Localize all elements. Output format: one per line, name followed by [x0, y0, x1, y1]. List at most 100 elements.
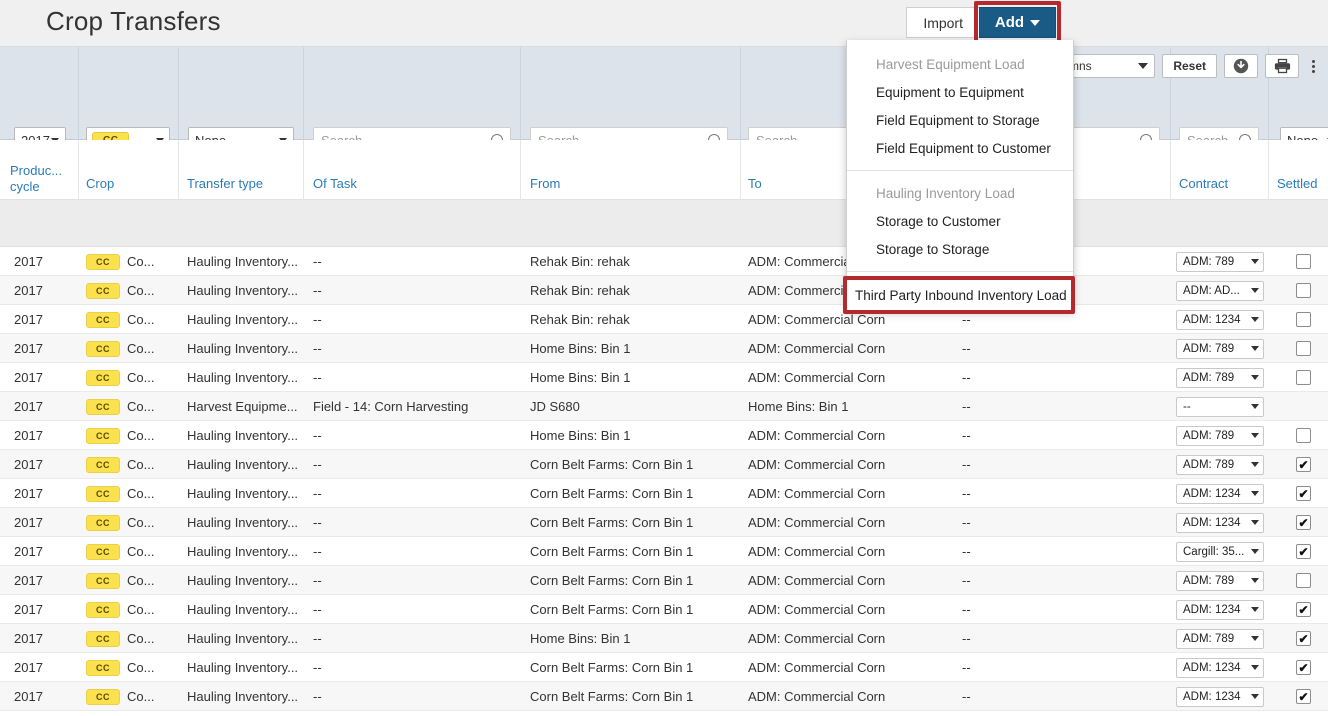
contract-select[interactable]: Cargill: 35...: [1176, 541, 1264, 562]
contract-select[interactable]: ADM: 1234: [1176, 657, 1264, 678]
contract-select[interactable]: ADM: 789: [1176, 570, 1264, 591]
table-row[interactable]: 2017 CC Co... Hauling Inventory... -- Corn Be…: [0, 595, 1328, 624]
table-row[interactable]: 2017 CC Co... Hauling Inventory... -- Corn Be…: [0, 566, 1328, 595]
settled-checkbox[interactable]: ✔: [1296, 341, 1311, 356]
contract-select[interactable]: ADM: 789: [1176, 425, 1264, 446]
table-row[interactable]: 2017 CC Co... Hauling Inventory... -- Rehak B…: [0, 276, 1328, 305]
settled-checkbox[interactable]: ✔: [1296, 602, 1311, 617]
table-row[interactable]: 2017 CC Co... Hauling Inventory... -- Corn Be…: [0, 653, 1328, 682]
column-divider: [303, 140, 304, 200]
column-header-from[interactable]: From: [530, 176, 560, 192]
table-row[interactable]: 2017 CC Co... Hauling Inventory... -- Corn Be…: [0, 537, 1328, 566]
menu-item-third-party-inbound-inventory-load[interactable]: Third Party Inbound Inventory Load: [847, 280, 1073, 310]
column-header-settled[interactable]: Settled: [1277, 176, 1317, 192]
contract-select[interactable]: ADM: 789: [1176, 628, 1264, 649]
cell-production-cycle: 2017: [14, 544, 43, 559]
menu-item-field-equipment-to-customer[interactable]: Field Equipment to Customer: [847, 134, 1073, 162]
settled-checkbox[interactable]: ✔: [1296, 689, 1311, 704]
table-row[interactable]: 2017 CC Co... Hauling Inventory... -- Corn Be…: [0, 479, 1328, 508]
crop-tag: CC: [86, 543, 120, 560]
cell-production-cycle: 2017: [14, 283, 43, 298]
cell-crop: CC Co...: [86, 479, 174, 508]
reset-button[interactable]: Reset: [1162, 54, 1217, 78]
column-header-production-cycle-line1: Produc...: [10, 163, 63, 178]
table-body[interactable]: 2017 CC Co... Hauling Inventory... -- Rehak B…: [0, 247, 1328, 716]
cell-destination: --: [962, 544, 971, 559]
table-row[interactable]: 2017 CC Co... Hauling Inventory... -- Rehak B…: [0, 247, 1328, 276]
cell-contract: ADM: 1234: [1176, 305, 1268, 334]
menu-item-storage-to-storage[interactable]: Storage to Storage: [847, 235, 1073, 263]
settled-checkbox[interactable]: ✔: [1296, 573, 1311, 588]
cell-contract: ADM: 1234: [1176, 682, 1268, 711]
table-row[interactable]: 2017 CC Co... Hauling Inventory... -- Home Bi…: [0, 421, 1328, 450]
table-row[interactable]: 2017 CC Co... Hauling Inventory... -- Corn Be…: [0, 682, 1328, 711]
contract-value: ADM: 789: [1183, 574, 1235, 587]
import-button[interactable]: Import: [906, 7, 979, 38]
check-icon: ✔: [1298, 515, 1309, 530]
settled-checkbox[interactable]: ✔: [1296, 370, 1311, 385]
cell-production-cycle: 2017: [14, 370, 43, 385]
contract-value: Cargill: 35...: [1183, 545, 1245, 558]
column-header-transfer-type[interactable]: Transfer type: [187, 176, 263, 192]
table-row[interactable]: 2017 CC Co... Hauling Inventory... -- Home Bi…: [0, 624, 1328, 653]
crop-name: Co...: [127, 544, 155, 559]
contract-select[interactable]: ADM: 1234: [1176, 309, 1264, 330]
column-header-crop[interactable]: Crop: [86, 176, 114, 192]
cell-production-cycle: 2017: [14, 689, 43, 704]
crop-tag: CC: [86, 369, 120, 386]
column-header-production-cycle[interactable]: Produc... cycle: [10, 163, 62, 195]
cell-destination: --: [962, 573, 971, 588]
cell-settled: ✔: [1296, 305, 1316, 334]
settled-checkbox[interactable]: ✔: [1296, 515, 1311, 530]
settled-checkbox[interactable]: ✔: [1296, 631, 1311, 646]
more-options-button[interactable]: [1306, 54, 1320, 78]
crop-name: Co...: [127, 515, 155, 530]
contract-select[interactable]: ADM: 1234: [1176, 599, 1264, 620]
crop-tag: CC: [86, 282, 120, 299]
table-row[interactable]: 2017 CC Co... Hauling Inventory... -- Corn Be…: [0, 508, 1328, 537]
cell-transfer-type: Hauling Inventory...: [187, 428, 299, 443]
settled-checkbox[interactable]: ✔: [1296, 457, 1311, 472]
contract-select[interactable]: ADM: 789: [1176, 338, 1264, 359]
column-header-contract[interactable]: Contract: [1179, 176, 1228, 192]
cell-crop: CC Co...: [86, 334, 174, 363]
column-header-of-task[interactable]: Of Task: [313, 176, 357, 192]
contract-select[interactable]: ADM: 789: [1176, 251, 1264, 272]
contract-select[interactable]: ADM: 789: [1176, 367, 1264, 388]
settled-checkbox[interactable]: ✔: [1296, 283, 1311, 298]
chevron-down-icon: [1251, 404, 1259, 409]
column-divider: [178, 140, 179, 200]
cell-contract: ADM: 789: [1176, 363, 1268, 392]
column-header-to[interactable]: To: [748, 176, 762, 192]
add-button[interactable]: Add: [979, 7, 1056, 38]
cell-contract: ADM: 789: [1176, 450, 1268, 479]
menu-item-equipment-to-equipment[interactable]: Equipment to Equipment: [847, 78, 1073, 106]
settled-checkbox[interactable]: ✔: [1296, 486, 1311, 501]
download-button[interactable]: [1224, 54, 1258, 78]
chevron-down-icon: [1251, 288, 1259, 293]
cell-contract: ADM: 1234: [1176, 508, 1268, 537]
cell-contract: Cargill: 35...: [1176, 537, 1268, 566]
table-row[interactable]: 2017 CC Co... Hauling Inventory... -- Home Bi…: [0, 363, 1328, 392]
settled-checkbox[interactable]: ✔: [1296, 660, 1311, 675]
settled-checkbox[interactable]: ✔: [1296, 428, 1311, 443]
settled-checkbox[interactable]: ✔: [1296, 254, 1311, 269]
settled-checkbox[interactable]: ✔: [1296, 544, 1311, 559]
table-row[interactable]: 2017 CC Co... Harvest Equipme... Field - 14:…: [0, 392, 1328, 421]
menu-item-storage-to-customer[interactable]: Storage to Customer: [847, 207, 1073, 235]
contract-select[interactable]: ADM: 789: [1176, 454, 1264, 475]
table-row[interactable]: 2017 CC Co... Hauling Inventory... -- Rehak B…: [0, 305, 1328, 334]
table-row[interactable]: 2017 CC Co... Hauling Inventory... -- Corn Be…: [0, 450, 1328, 479]
contract-select[interactable]: ADM: AD...: [1176, 280, 1264, 301]
table-row[interactable]: 2017 CC Co... Hauling Inventory... -- Home Bi…: [0, 334, 1328, 363]
contract-select[interactable]: --: [1176, 396, 1264, 417]
contract-select[interactable]: ADM: 1234: [1176, 512, 1264, 533]
settled-checkbox[interactable]: ✔: [1296, 312, 1311, 327]
add-dropdown-menu[interactable]: Harvest Equipment Load Equipment to Equi…: [843, 40, 1075, 314]
menu-item-field-equipment-to-storage[interactable]: Field Equipment to Storage: [847, 106, 1073, 134]
contract-select[interactable]: ADM: 1234: [1176, 686, 1264, 707]
contract-select[interactable]: ADM: 1234: [1176, 483, 1264, 504]
cell-settled: ✔: [1296, 624, 1316, 653]
print-button[interactable]: [1265, 54, 1299, 78]
column-divider: [1268, 140, 1269, 200]
